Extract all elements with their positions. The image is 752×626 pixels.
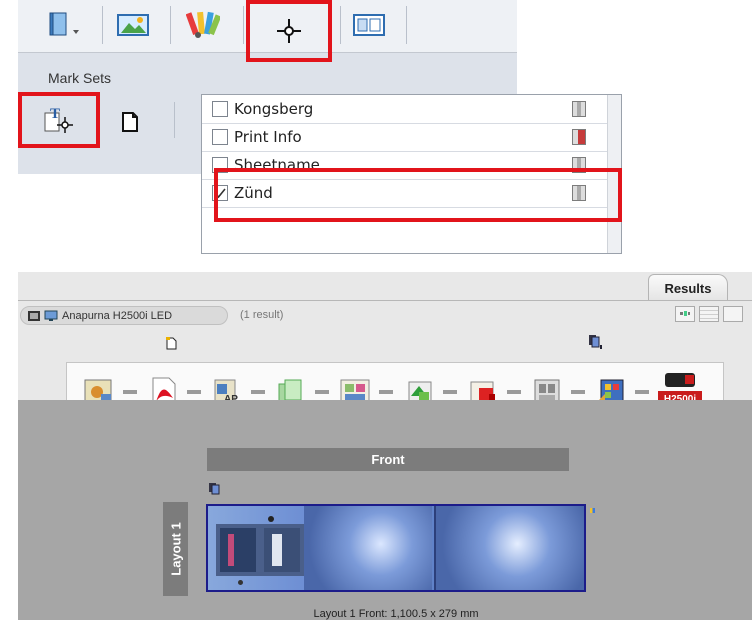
- view-toggle-group: [675, 306, 743, 322]
- dots-icon: [680, 311, 690, 316]
- text-mark-button[interactable]: T: [18, 92, 100, 148]
- checkbox[interactable]: [212, 101, 228, 117]
- main-toolbar: [18, 0, 517, 62]
- stack-icon: [209, 483, 220, 495]
- mark-preview-icon: [572, 129, 586, 145]
- page-plus-icon: [166, 337, 177, 350]
- list-item[interactable]: Kongsberg: [202, 95, 610, 124]
- image-icon: [117, 14, 149, 36]
- color-bar-icon: [590, 508, 595, 513]
- list-view-button[interactable]: [699, 306, 719, 322]
- checkbox[interactable]: [212, 129, 228, 145]
- tab-results[interactable]: Results: [648, 274, 728, 301]
- layout-tab[interactable]: Layout 1: [163, 502, 188, 596]
- device-selector[interactable]: Anapurna H2500i LED: [20, 306, 228, 325]
- workflow-panel: Results Anapurna H2500i LED (1 result) F…: [18, 272, 752, 620]
- artwork-thumbnail: [216, 524, 304, 576]
- side-label: Front: [207, 448, 569, 471]
- id-card-icon: [353, 14, 385, 36]
- thumbnail-view-button[interactable]: [675, 306, 695, 322]
- card-button[interactable]: [344, 6, 394, 44]
- registration-mark-icon: [277, 19, 301, 43]
- layout-label: Layout 1: [168, 522, 183, 576]
- page-mark-button[interactable]: [114, 106, 146, 138]
- device-name: Anapurna H2500i LED: [62, 309, 173, 322]
- marks-tool-button[interactable]: [246, 0, 332, 62]
- list-item-label: Kongsberg: [234, 100, 314, 118]
- artwork-panel: [436, 506, 584, 590]
- list-item[interactable]: Print Info: [202, 123, 610, 152]
- sheet-caption: Layout 1 Front: 1,100.5 x 279 mm: [313, 608, 479, 620]
- image-button[interactable]: [110, 6, 156, 44]
- book-icon: [49, 12, 79, 36]
- mark-sets-label: Mark Sets: [48, 70, 112, 86]
- result-count: (1 result): [240, 309, 284, 321]
- film-icon: [28, 310, 40, 321]
- artwork-panel: [304, 506, 432, 590]
- mark-preview-icon: [572, 101, 586, 117]
- book-dropdown-button[interactable]: [40, 6, 88, 44]
- zund-highlight: [214, 168, 622, 222]
- color-swatch-icon: [186, 11, 220, 38]
- stack-icon: [589, 335, 602, 349]
- list-item-label: Print Info: [234, 128, 302, 146]
- grid-view-button[interactable]: [723, 306, 743, 322]
- color-swatch-button[interactable]: [178, 6, 228, 44]
- page-icon: [122, 112, 138, 132]
- svg-text:T: T: [50, 106, 60, 122]
- text-mark-icon: T: [44, 106, 73, 133]
- monitor-icon: [44, 310, 58, 321]
- sheet-preview[interactable]: [206, 504, 586, 592]
